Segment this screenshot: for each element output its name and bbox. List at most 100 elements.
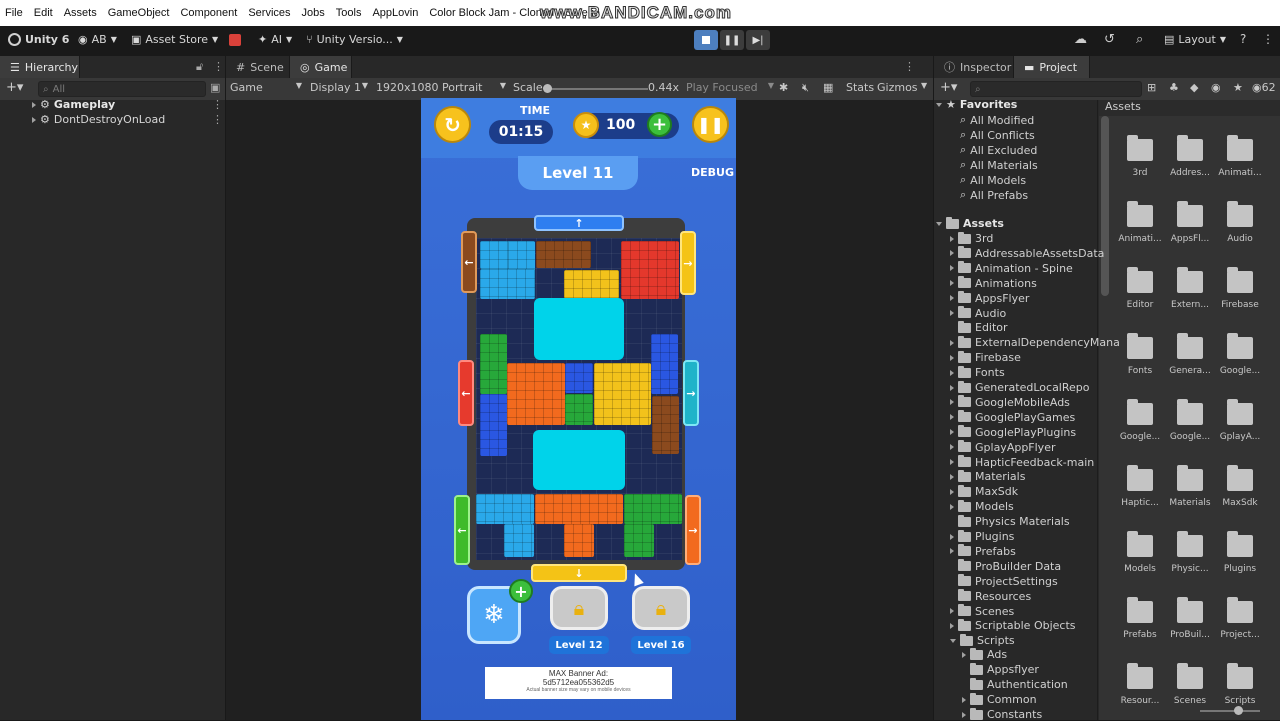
block-blue-right[interactable] [651, 334, 678, 394]
collapse-icon[interactable] [936, 102, 942, 107]
expand-icon[interactable] [32, 116, 36, 123]
asset-folder-label[interactable]: Google... [1166, 432, 1214, 442]
menu-file[interactable]: File [0, 7, 29, 19]
menu-component[interactable]: Component [175, 7, 243, 19]
folder-item[interactable]: Models [950, 499, 1014, 513]
add-icon[interactable]: +▾ [940, 80, 957, 95]
asset-folder-icon[interactable] [1177, 531, 1203, 557]
asset-folder-label[interactable]: 3rd [1116, 168, 1164, 178]
assets-root[interactable]: Assets [936, 216, 1004, 230]
folder-item[interactable]: Firebase [950, 350, 1021, 364]
folder-item[interactable]: AddressableAssetsData [950, 246, 1104, 260]
folder-item[interactable]: Animations [950, 276, 1037, 290]
folder-item[interactable]: HapticFeedback-main [950, 455, 1094, 469]
asset-folder-label[interactable]: Prefabs [1116, 630, 1164, 640]
add-coins-button[interactable]: + [647, 112, 672, 137]
asset-folder-label[interactable]: Physic... [1166, 564, 1214, 574]
asset-folder-label[interactable]: MaxSdk [1216, 498, 1264, 508]
expand-icon[interactable] [950, 503, 954, 510]
block-yellow-mid[interactable] [594, 363, 651, 425]
folder-item[interactable]: GoogleMobileAds [950, 395, 1070, 409]
menu-gameobject[interactable]: GameObject [103, 7, 176, 19]
asset-store-dropdown[interactable]: ▣ Asset Store ▼ [131, 33, 218, 46]
block-red-top[interactable] [621, 241, 679, 299]
asset-folder-label[interactable]: Google... [1216, 366, 1264, 376]
project-search-input[interactable]: ⌕ [970, 81, 1142, 97]
tab-game[interactable]: ◎ Game [290, 56, 352, 78]
expand-icon[interactable] [950, 459, 954, 465]
menu-tools[interactable]: Tools [331, 7, 368, 19]
block-brown[interactable] [536, 241, 591, 268]
banner-ad[interactable]: MAX Banner Ad: 5d5712ea055362d5 Actual b… [485, 667, 672, 699]
asset-folder-icon[interactable] [1177, 333, 1203, 359]
folder-item[interactable]: Plugins [950, 529, 1014, 543]
asset-folder-icon[interactable] [1127, 531, 1153, 557]
resolution-select[interactable]: 1920x1080 Portrait ▼ [376, 81, 506, 94]
folder-item[interactable]: Materials [950, 469, 1025, 483]
asset-folder-icon[interactable] [1177, 267, 1203, 293]
asset-folder-label[interactable]: Editor [1116, 300, 1164, 310]
favorite-item[interactable]: ⌕ All Modified [960, 113, 1034, 127]
expand-icon[interactable] [950, 280, 954, 287]
asset-folder-icon[interactable] [1227, 663, 1253, 689]
asset-folder-icon[interactable] [1227, 135, 1253, 161]
pause-game-button[interactable]: ❚❚ [692, 106, 729, 143]
favorite-item[interactable]: ⌕ All Conflicts [960, 128, 1035, 142]
menu-assets[interactable]: Assets [59, 7, 103, 19]
expand-icon[interactable] [962, 711, 966, 718]
asset-folder-icon[interactable] [1177, 663, 1203, 689]
asset-folder-label[interactable]: Audio [1216, 234, 1264, 244]
folder-item[interactable]: MaxSdk [950, 484, 1018, 498]
expand-icon[interactable] [962, 696, 966, 703]
block-green-bottom-stem[interactable] [624, 524, 654, 557]
folder-item[interactable]: ExternalDependencyMana [950, 335, 1120, 349]
asset-folder-label[interactable]: GplayA... [1216, 432, 1264, 442]
folder-item[interactable]: AppsFlyer [950, 291, 1029, 305]
cloud-error-icon[interactable] [229, 34, 241, 46]
asset-folder-icon[interactable] [1227, 531, 1253, 557]
block-green-mid[interactable] [565, 394, 593, 425]
tab-project[interactable]: ▬ Project [1014, 56, 1090, 78]
hidden-packages-icon[interactable]: ◉ [1211, 81, 1221, 94]
ai-dropdown[interactable]: ✦ AI ▼ [258, 33, 292, 46]
menu-edit[interactable]: Edit [29, 7, 59, 19]
step-button[interactable]: ▶| [746, 30, 770, 50]
restart-button[interactable]: ↻ [434, 106, 471, 143]
favorite-item[interactable]: ⌕ All Materials [960, 158, 1038, 172]
chevron-down-icon[interactable]: ▼ [921, 81, 927, 90]
asset-folder-label[interactable]: Plugins [1216, 564, 1264, 574]
view-select[interactable]: Game ▼ [230, 81, 302, 94]
expand-icon[interactable] [950, 310, 954, 316]
tree-scrollbar[interactable] [1101, 116, 1109, 296]
expand-icon[interactable] [962, 651, 966, 658]
locked-booster-1[interactable]: 🔒︎ [550, 586, 608, 630]
expand-icon[interactable] [950, 399, 954, 406]
block-green-bottom[interactable] [624, 494, 682, 524]
expand-icon[interactable] [950, 548, 954, 555]
expand-icon[interactable] [950, 265, 954, 272]
block-blue-top-base[interactable] [480, 269, 535, 299]
more-options-icon[interactable]: ⋮ [213, 60, 224, 73]
asset-folder-label[interactable]: Animati... [1216, 168, 1264, 178]
block-orange-bottom[interactable] [535, 494, 623, 524]
asset-folder-label[interactable]: Firebase [1216, 300, 1264, 310]
folder-item[interactable]: GplayAppFlyer [950, 440, 1056, 454]
collapse-icon[interactable] [950, 638, 956, 643]
search-icon[interactable]: ⌕ [1136, 32, 1143, 47]
expand-icon[interactable] [950, 414, 954, 421]
asset-folder-label[interactable]: Haptic... [1116, 498, 1164, 508]
expand-icon[interactable] [950, 384, 954, 391]
gizmos-button[interactable]: Gizmos [877, 81, 918, 94]
asset-folder-icon[interactable] [1227, 597, 1253, 623]
block-green-left[interactable] [480, 334, 507, 394]
more-options-icon[interactable]: ⋮ [212, 98, 223, 111]
favorite-icon[interactable]: ★ [1233, 81, 1243, 94]
account-dropdown[interactable]: ◉ AB ▼ [78, 33, 117, 46]
asset-folder-icon[interactable] [1127, 399, 1153, 425]
hierarchy-search-input[interactable]: ⌕ All [38, 81, 206, 97]
folder-item[interactable]: Audio [950, 306, 1006, 320]
expand-icon[interactable] [950, 235, 954, 242]
asset-folder-icon[interactable] [1227, 333, 1253, 359]
asset-folder-label[interactable]: Models [1116, 564, 1164, 574]
icon-size-slider-handle[interactable] [1234, 706, 1243, 715]
